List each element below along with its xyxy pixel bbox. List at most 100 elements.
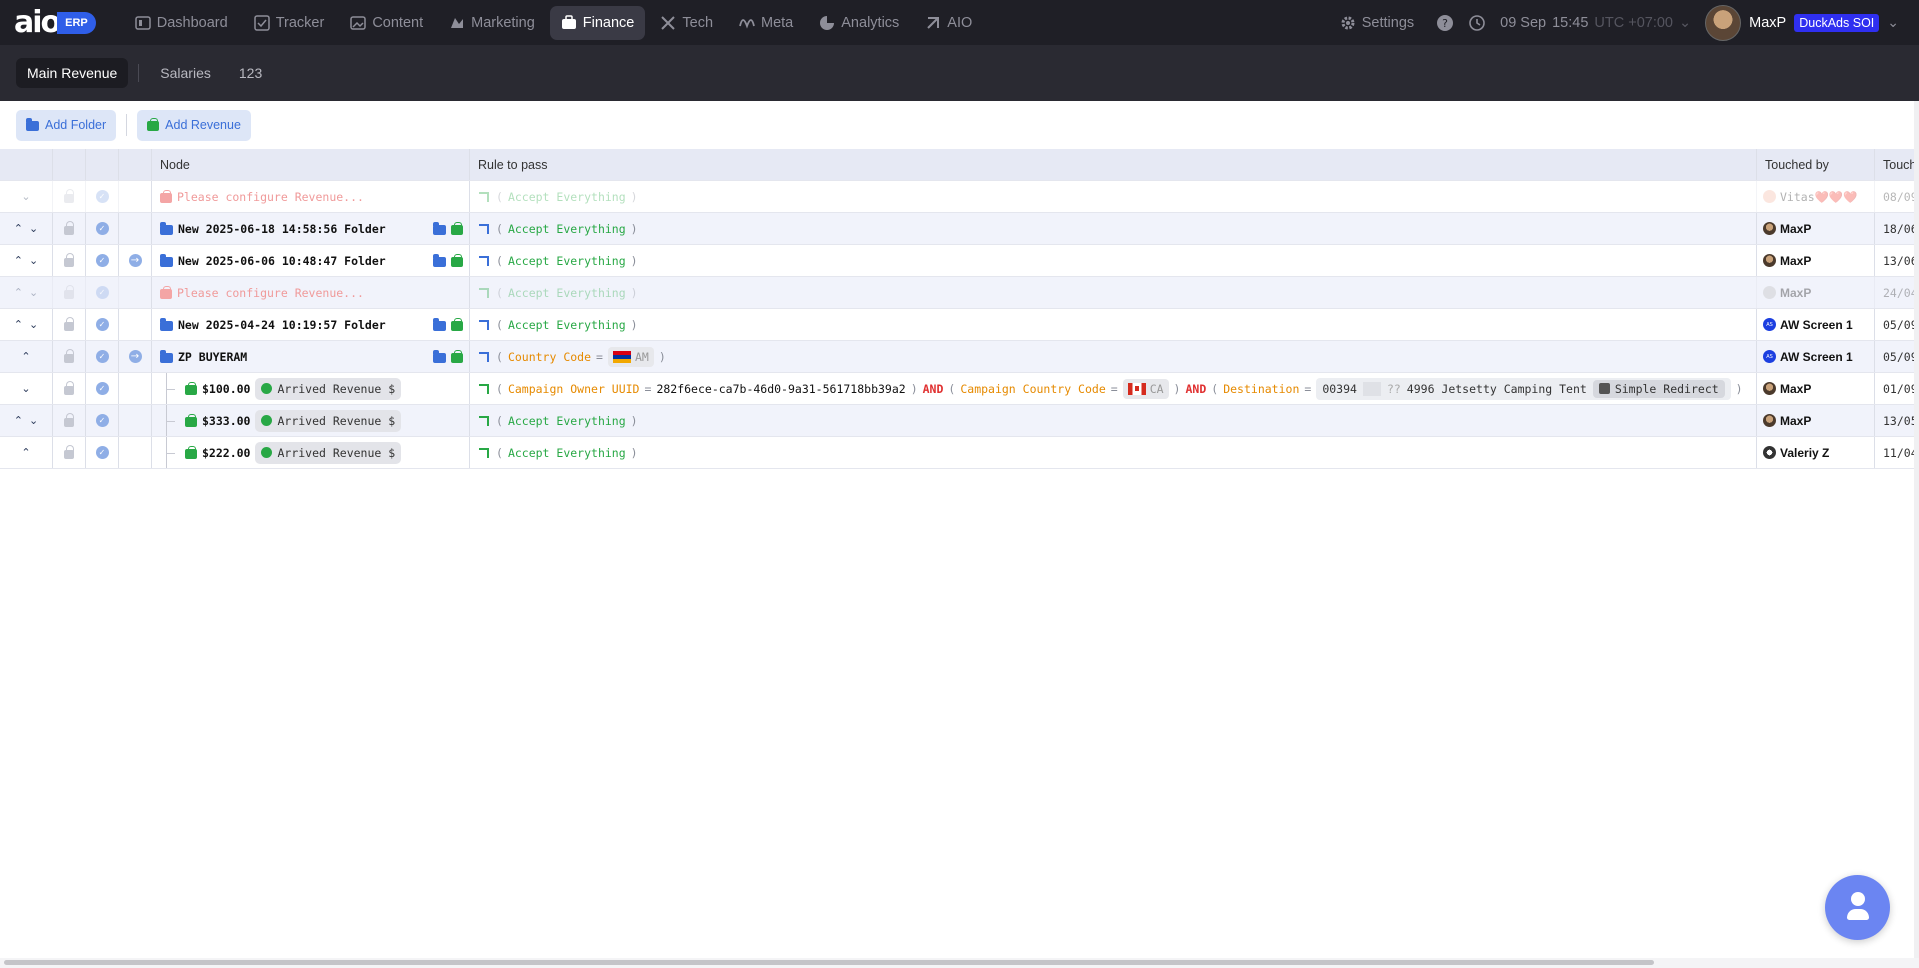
check-icon[interactable]: ✓ xyxy=(95,318,109,331)
node-amount[interactable]: $100.00 xyxy=(202,382,250,396)
vertical-scroll-track[interactable] xyxy=(1914,101,1919,958)
status-badge[interactable]: Arrived Revenue $ xyxy=(255,409,402,432)
rule-field[interactable]: Destination xyxy=(1223,382,1299,396)
support-chat-button[interactable] xyxy=(1825,875,1890,940)
clock[interactable]: 09 Sep 15:45 UTC +07:00 ⌄ xyxy=(1500,15,1691,31)
nav-marketing[interactable]: Marketing xyxy=(438,6,546,40)
node-name[interactable]: Please configure Revenue... xyxy=(177,190,364,204)
check-icon[interactable]: ✓ xyxy=(95,222,109,235)
rule-field[interactable]: Country Code xyxy=(508,350,591,364)
rule-text[interactable]: Accept Everything xyxy=(508,190,626,204)
nav-aio[interactable]: AIO xyxy=(914,6,983,40)
table-row[interactable]: ⌃ ⌄ ✓ New 2025-06-18 14:58:56 Folder ( Ac… xyxy=(0,213,1919,245)
check-icon[interactable]: ✓ xyxy=(95,254,109,267)
add-folder-icon[interactable] xyxy=(433,317,446,331)
add-revenue-icon[interactable] xyxy=(451,253,463,267)
add-revenue-icon[interactable] xyxy=(451,317,463,331)
check-icon[interactable]: ✓ xyxy=(95,414,109,427)
add-folder-icon[interactable] xyxy=(433,349,446,363)
table-row[interactable]: ⌃ ⌄ ✓ New 2025-04-24 10:19:57 Folder ( Ac… xyxy=(0,309,1919,341)
header-touched[interactable]: Touch xyxy=(1875,149,1919,180)
rule-text[interactable]: Accept Everything xyxy=(508,318,626,332)
chevron-down-icon[interactable]: ⌄ xyxy=(29,414,38,427)
status-badge[interactable]: Arrived Revenue $ xyxy=(255,377,402,400)
rule-field[interactable]: Campaign Country Code xyxy=(960,382,1105,396)
nav-meta[interactable]: Meta xyxy=(728,6,804,40)
settings-button[interactable]: Settings xyxy=(1340,15,1414,31)
table-row[interactable]: ⌃ ✓ $222.00 Arrived Revenue $ ( Accept E… xyxy=(0,437,1919,469)
add-folder-icon[interactable] xyxy=(433,221,446,235)
history-icon[interactable] xyxy=(1468,14,1486,32)
country-chip[interactable]: AM xyxy=(607,346,654,367)
chevron-down-icon[interactable]: ⌄ xyxy=(29,254,38,267)
check-icon[interactable]: ✓ xyxy=(95,350,109,363)
horizontal-scrollbar[interactable] xyxy=(0,958,1919,968)
header-rule[interactable]: Rule to pass xyxy=(470,149,1757,180)
node-name[interactable]: ZP BUYERAM xyxy=(178,350,247,364)
rule-text[interactable]: Accept Everything xyxy=(508,222,626,236)
node-name[interactable]: New 2025-06-06 10:48:47 Folder xyxy=(178,254,386,268)
add-revenue-icon[interactable] xyxy=(451,221,463,235)
check-icon[interactable]: ✓ xyxy=(95,190,109,203)
table-row[interactable]: ⌄ ✓ Please configure Revenue... ( Accept… xyxy=(0,181,1919,213)
chevron-up-icon[interactable]: ⌃ xyxy=(21,446,30,459)
table-row[interactable]: ⌄ ✓ $100.00 Arrived Revenue $ ( Campaign… xyxy=(0,373,1919,405)
check-icon[interactable]: ✓ xyxy=(95,446,109,459)
table-row[interactable]: ⌃ ⌄ ✓ $333.00 Arrived Revenue $ ( Accept … xyxy=(0,405,1919,437)
lock-icon[interactable] xyxy=(64,188,74,203)
nav-dashboard[interactable]: Dashboard xyxy=(124,6,239,40)
rule-text[interactable]: Accept Everything xyxy=(508,254,626,268)
scrollbar-thumb[interactable] xyxy=(4,960,1654,965)
nav-finance[interactable]: Finance xyxy=(549,5,646,40)
chevron-down-icon[interactable]: ⌄ xyxy=(21,382,30,395)
lock-icon[interactable] xyxy=(64,220,74,235)
rule-text[interactable]: Accept Everything xyxy=(508,446,626,460)
add-revenue-icon[interactable] xyxy=(451,349,463,363)
chevron-down-icon[interactable]: ⌄ xyxy=(21,190,30,203)
table-row[interactable]: ⌃ ⌄ ✓ → New 2025-06-06 10:48:47 Folder ( … xyxy=(0,245,1919,277)
add-revenue-button[interactable]: Add Revenue xyxy=(137,109,251,141)
node-name[interactable]: Please configure Revenue... xyxy=(177,286,364,300)
chevron-up-icon[interactable]: ⌃ xyxy=(14,286,23,299)
destination-chip[interactable]: 00394 ?? 4996 Jetsetty Camping Tent Simp… xyxy=(1316,377,1731,400)
lock-icon[interactable] xyxy=(64,348,74,363)
help-icon[interactable]: ? xyxy=(1436,14,1454,32)
table-row[interactable]: ⌃ ⌄ ✓ Please configure Revenue... ( Accep… xyxy=(0,277,1919,309)
add-folder-button[interactable]: Add Folder xyxy=(16,109,117,141)
chevron-down-icon[interactable]: ⌄ xyxy=(29,318,38,331)
chevron-up-icon[interactable]: ⌃ xyxy=(14,414,23,427)
status-badge[interactable]: Arrived Revenue $ xyxy=(255,441,402,464)
header-touched-by[interactable]: Touched by xyxy=(1757,149,1875,180)
check-icon[interactable]: ✓ xyxy=(95,382,109,395)
lock-icon[interactable] xyxy=(64,380,74,395)
header-node[interactable]: Node xyxy=(152,149,470,180)
chevron-up-icon[interactable]: ⌃ xyxy=(14,254,23,267)
nav-tech[interactable]: Tech xyxy=(649,6,724,40)
rule-text[interactable]: Accept Everything xyxy=(508,286,626,300)
table-row[interactable]: ⌃ ✓ → ZP BUYERAM ( Country Code = AM ) A… xyxy=(0,341,1919,373)
chevron-down-icon[interactable]: ⌄ xyxy=(29,222,38,235)
nav-analytics[interactable]: Analytics xyxy=(808,6,910,40)
node-amount[interactable]: $222.00 xyxy=(202,446,250,460)
country-chip[interactable]: CA xyxy=(1122,378,1169,399)
chevron-up-icon[interactable]: ⌃ xyxy=(14,318,23,331)
lock-icon[interactable] xyxy=(64,412,74,427)
nav-tracker[interactable]: Tracker xyxy=(243,6,336,40)
arrow-right-icon[interactable]: → xyxy=(128,350,142,363)
rule-text[interactable]: Accept Everything xyxy=(508,414,626,428)
node-name[interactable]: New 2025-06-18 14:58:56 Folder xyxy=(178,222,386,236)
rule-field[interactable]: Campaign Owner UUID xyxy=(508,382,640,396)
tab-main-revenue[interactable]: Main Revenue xyxy=(16,58,129,88)
node-name[interactable]: New 2025-04-24 10:19:57 Folder xyxy=(178,318,386,332)
arrow-right-icon[interactable]: → xyxy=(128,254,142,267)
add-folder-icon[interactable] xyxy=(433,253,446,267)
rule-value[interactable]: 282f6ece-ca7b-46d0-9a31-561718bb39a2 xyxy=(656,382,905,396)
tab-salaries[interactable]: Salaries xyxy=(149,58,222,88)
check-icon[interactable]: ✓ xyxy=(95,286,109,299)
lock-icon[interactable] xyxy=(64,316,74,331)
user-menu[interactable]: MaxP DuckAds SOI ⌄ xyxy=(1705,4,1899,41)
chevron-up-icon[interactable]: ⌃ xyxy=(14,222,23,235)
lock-icon[interactable] xyxy=(64,252,74,267)
chevron-down-icon[interactable]: ⌄ xyxy=(29,286,38,299)
chevron-up-icon[interactable]: ⌃ xyxy=(21,350,30,363)
